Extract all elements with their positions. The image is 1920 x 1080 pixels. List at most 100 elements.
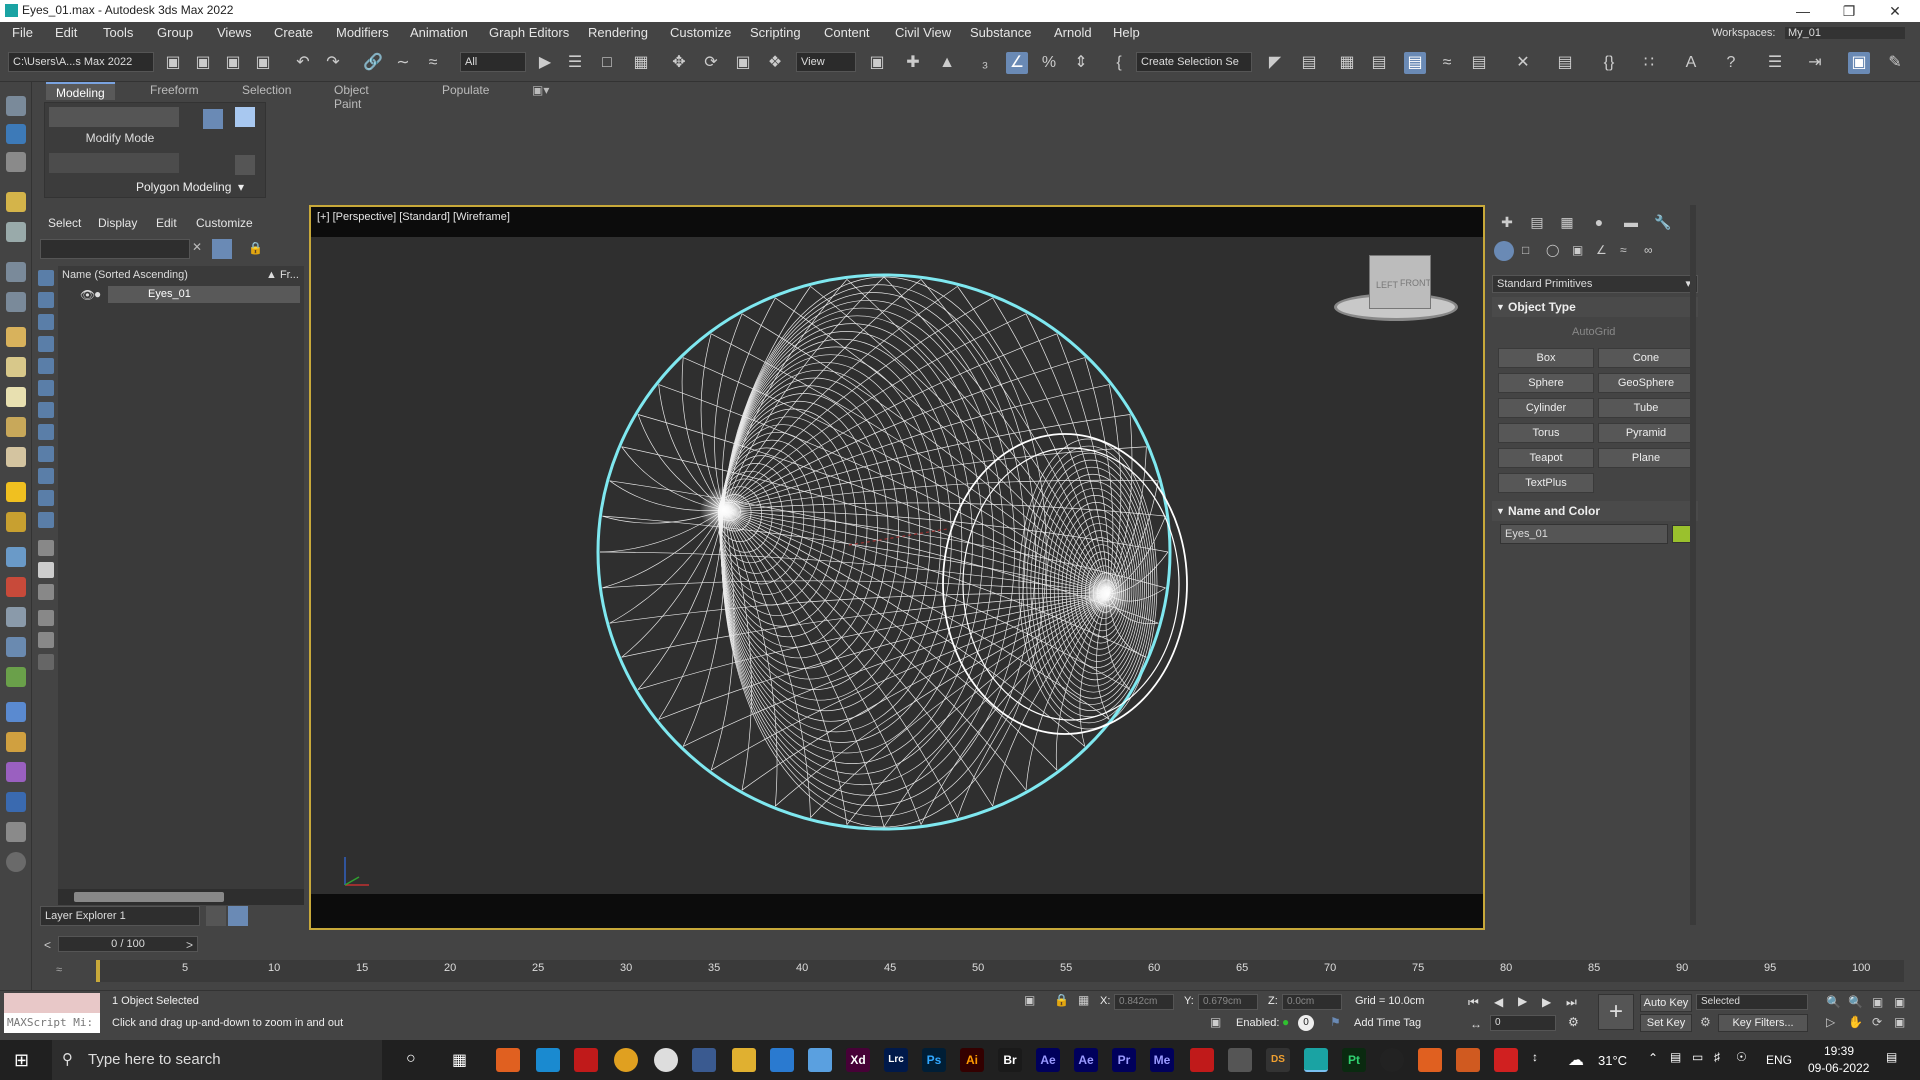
curve-editor-icon[interactable]: ≈ — [1436, 52, 1458, 74]
redo-icon[interactable]: ↷ — [322, 52, 344, 74]
clock-date[interactable]: 09-06-2022 — [1808, 1061, 1869, 1075]
foliage-icon[interactable] — [6, 667, 26, 687]
orbit-icon[interactable]: ⟳ — [1872, 1015, 1882, 1029]
unreal-icon[interactable] — [1380, 1048, 1404, 1072]
set-key-big-button[interactable]: + — [1598, 994, 1634, 1030]
key-mode-icon[interactable]: ↔ — [1470, 1017, 1482, 1031]
z-coordinate-field[interactable]: 0.0cm — [1282, 994, 1342, 1010]
link-icon[interactable]: ▣ — [162, 52, 184, 74]
chevron-up-icon[interactable]: ⌃ — [1648, 1051, 1658, 1065]
illustrator-icon[interactable]: Ai — [960, 1048, 984, 1072]
maxscript-listener[interactable]: MAXScript Mi: — [4, 993, 100, 1033]
reference-coordinate-select[interactable]: View — [796, 52, 856, 72]
key-filters-icon[interactable]: ⚙ — [1700, 1015, 1711, 1029]
pinned-app-icon[interactable] — [692, 1048, 716, 1072]
primitive-type-select[interactable]: Standard Primitives ▾ — [1492, 275, 1698, 293]
bridge-icon[interactable]: Br — [998, 1048, 1022, 1072]
tab-freeform[interactable]: Freeform — [150, 83, 199, 97]
menu-scripting[interactable]: Scripting — [750, 25, 801, 40]
tab-selection[interactable]: Selection — [242, 83, 291, 97]
edge-icon[interactable] — [536, 1048, 560, 1072]
steam-icon[interactable] — [654, 1048, 678, 1072]
scale-icon[interactable]: ▣ — [732, 52, 754, 74]
display-cameras-icon[interactable] — [38, 336, 54, 352]
daz-studio-icon[interactable]: DS — [1266, 1048, 1290, 1072]
field-of-view-icon[interactable]: ▷ — [1826, 1015, 1835, 1029]
eye-icon[interactable]: 👁 — [80, 288, 95, 302]
zoom-extents-icon[interactable]: ▣ — [1872, 995, 1883, 1009]
maxscript-input[interactable]: MAXScript Mi: — [4, 1013, 100, 1033]
render-production-icon[interactable]: ∷ — [1638, 52, 1660, 74]
lightroom-icon[interactable]: Lrc — [884, 1048, 908, 1072]
object-color-swatch[interactable] — [1672, 525, 1692, 543]
x-coordinate-field[interactable]: 0.842cm — [1114, 994, 1174, 1010]
angle-snap-icon[interactable]: ∠ — [1006, 52, 1028, 74]
menu-content[interactable]: Content — [824, 25, 870, 40]
place-icon[interactable]: ❖ — [764, 52, 786, 74]
zoom-extents-all-icon[interactable]: ▣ — [1894, 995, 1905, 1009]
named-selection-icon[interactable]: { — [1108, 52, 1130, 74]
menu-arnold[interactable]: Arnold — [1054, 25, 1092, 40]
hierarchy-icon[interactable] — [6, 152, 26, 172]
taskbar-search-box[interactable]: ⚲ Type here to search — [52, 1040, 382, 1080]
explorer-menu-select[interactable]: Select — [48, 216, 81, 230]
scroll-thumb[interactable] — [74, 892, 224, 902]
weather-icon[interactable]: ☁ — [1568, 1050, 1584, 1070]
viewcube-front-face[interactable]: FRONT — [1400, 278, 1431, 288]
panel-pin-icon[interactable] — [235, 107, 255, 127]
notes-icon[interactable] — [808, 1048, 832, 1072]
clear-search-icon[interactable]: ✕ — [192, 240, 202, 254]
current-frame-field[interactable]: 0 — [1490, 1015, 1556, 1031]
viewcube-left-face[interactable]: LEFT — [1376, 280, 1398, 290]
enabled-indicator-icon[interactable]: ● — [1282, 1015, 1289, 1029]
viewport-icon[interactable]: ▣ — [1848, 52, 1870, 74]
teapot-primitive-icon[interactable] — [6, 417, 26, 437]
viewcube[interactable]: LEFT FRONT — [1329, 255, 1459, 325]
lights-icon[interactable]: ◯ — [1546, 243, 1559, 257]
photoshop-icon[interactable]: Ps — [922, 1048, 946, 1072]
keyboard-shortcut-icon[interactable]: ▲ — [936, 52, 958, 74]
pan-icon[interactable]: ✋ — [1848, 1015, 1863, 1029]
maximize-viewport-icon[interactable]: ▣ — [1894, 1015, 1905, 1029]
sphere-button[interactable]: Sphere — [1498, 373, 1594, 393]
unlink-icon[interactable]: ▣ — [192, 52, 214, 74]
name-and-color-rollout[interactable]: ▼ Name and Color — [1492, 501, 1698, 521]
list-item[interactable]: Eyes_01 — [108, 286, 300, 303]
current-frame-marker[interactable] — [96, 960, 100, 982]
display-spacewarps-icon[interactable] — [38, 380, 54, 396]
absolute-mode-icon[interactable]: ▦ — [1078, 993, 1089, 1007]
explorer-search-input[interactable] — [40, 239, 190, 259]
go-to-end-icon[interactable]: ⏭ — [1566, 995, 1577, 1010]
clock-time[interactable]: 19:39 — [1824, 1044, 1854, 1058]
track-bar[interactable]: 5 10 15 20 25 30 35 40 45 50 55 60 65 70… — [96, 960, 1904, 982]
explorer-menu-edit[interactable]: Edit — [156, 216, 177, 230]
pivot-center-icon[interactable]: ▣ — [866, 52, 888, 74]
perspective-viewport[interactable]: [+] [Perspective] [Standard] [Wireframe]… — [309, 205, 1485, 930]
explorer-filter-icon[interactable] — [38, 632, 54, 648]
previous-frame-icon[interactable]: ◀ — [1494, 995, 1503, 1009]
menu-rendering[interactable]: Rendering — [588, 25, 648, 40]
menu-modifiers[interactable]: Modifiers — [336, 25, 389, 40]
sphere-primitive-icon[interactable] — [6, 357, 26, 377]
space-warp-icon[interactable]: ≈ — [422, 52, 444, 74]
named-selection-sets-select[interactable]: Create Selection Se — [1136, 52, 1252, 72]
sun-icon[interactable] — [6, 482, 26, 502]
pyramid-button[interactable]: Pyramid — [1598, 423, 1694, 443]
layer-explorer-select[interactable]: Layer Explorer 1 — [40, 906, 200, 926]
menu-help[interactable]: Help — [1113, 25, 1140, 40]
polygon-tools-buttons[interactable] — [49, 153, 179, 173]
after-effects-2-icon[interactable]: Ae — [1074, 1048, 1098, 1072]
panel-settings-icon[interactable] — [235, 155, 255, 175]
auto-key-button[interactable]: Auto Key — [1640, 994, 1692, 1012]
toggle-layer-explorer-icon[interactable]: ▤ — [1368, 52, 1390, 74]
prev-frame-icon[interactable]: < — [44, 938, 51, 952]
rendered-frame-icon[interactable]: {} — [1598, 52, 1620, 74]
explorer-menu-customize[interactable]: Customize — [196, 216, 253, 230]
explorer-column-header[interactable]: Name (Sorted Ascending) ▲ Fr... — [58, 266, 304, 284]
geometry-icon[interactable] — [1494, 241, 1514, 261]
object-type-rollout[interactable]: ▼ Object Type — [1492, 297, 1698, 317]
layers-icon[interactable]: ☰ — [1764, 52, 1786, 74]
ribbon-toggle-icon[interactable]: ▤ — [1404, 52, 1426, 74]
spinner-snap-icon[interactable]: ⇕ — [1070, 52, 1092, 74]
torus-primitive-icon[interactable] — [6, 387, 26, 407]
